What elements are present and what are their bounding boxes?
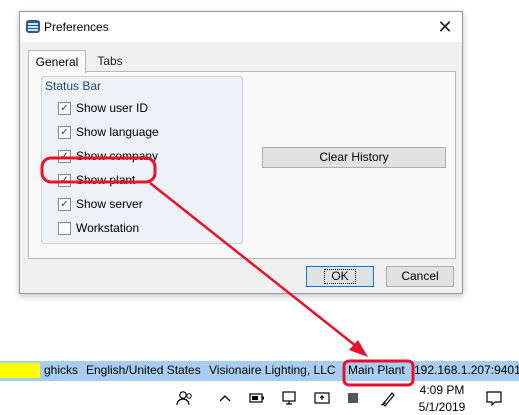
taskbar: 4:09 PM 5/1/2019 xyxy=(0,381,519,415)
checkbox-label: Workstation xyxy=(76,221,140,235)
status-indicator xyxy=(0,363,40,378)
app-status-bar: ghicks English/United States Visionaire … xyxy=(0,361,519,381)
cancel-button[interactable]: Cancel xyxy=(386,266,454,287)
clock-date[interactable]: 5/1/2019 xyxy=(402,399,482,415)
tab-tabs[interactable]: Tabs xyxy=(90,50,130,72)
app-tray-icon[interactable] xyxy=(344,387,362,409)
checkbox-label: Show user ID xyxy=(76,101,149,115)
checkbox-show-user-id[interactable]: ✓ xyxy=(58,102,71,115)
status-server: 192.168.1.207:9401 xyxy=(414,363,519,377)
tab-general[interactable]: General xyxy=(28,50,86,73)
checkbox-label: Show server xyxy=(76,197,143,211)
annotation-arrowhead xyxy=(349,340,368,357)
pen-icon[interactable] xyxy=(378,387,398,409)
status-plant: Main Plant xyxy=(348,363,405,377)
chevron-up-icon[interactable] xyxy=(216,387,234,409)
general-tab-panel: Status Bar ✓ Show user ID ✓ Show languag… xyxy=(28,71,456,259)
checkbox-label: Show language xyxy=(76,125,159,139)
people-icon[interactable] xyxy=(175,387,195,409)
battery-icon[interactable] xyxy=(247,387,267,409)
status-company: Visionaire Lighting, LLC xyxy=(209,363,336,377)
checkbox-workstation[interactable] xyxy=(58,222,71,235)
close-icon[interactable]: ✕ xyxy=(428,12,462,42)
ok-label: OK xyxy=(324,269,356,284)
preferences-dialog: Preferences ✕ General Tabs Status Bar ✓ … xyxy=(19,11,463,294)
dialog-titlebar[interactable]: Preferences ✕ xyxy=(20,12,462,42)
network-icon[interactable] xyxy=(280,387,300,409)
sync-icon[interactable] xyxy=(312,387,332,409)
checkbox-show-server[interactable]: ✓ xyxy=(58,198,71,211)
group-title: Status Bar xyxy=(45,79,102,93)
clear-history-button[interactable]: Clear History xyxy=(262,147,446,168)
dialog-title: Preferences xyxy=(44,20,109,34)
notification-icon[interactable] xyxy=(484,387,504,409)
checkbox-label: Show company xyxy=(76,149,159,163)
status-user: ghicks xyxy=(44,363,79,377)
status-bar-groupbox: Status Bar ✓ Show user ID ✓ Show languag… xyxy=(41,76,243,244)
checkbox-show-company[interactable]: ✓ xyxy=(58,150,71,163)
checkbox-show-language[interactable]: ✓ xyxy=(58,126,71,139)
ok-button[interactable]: OK xyxy=(306,266,374,287)
clock-time[interactable]: 4:09 PM xyxy=(402,382,482,398)
status-language: English/United States xyxy=(86,363,201,377)
app-icon xyxy=(26,20,40,33)
checkbox-label: Show plant xyxy=(76,173,136,187)
checkbox-show-plant[interactable]: ✓ xyxy=(58,174,71,187)
